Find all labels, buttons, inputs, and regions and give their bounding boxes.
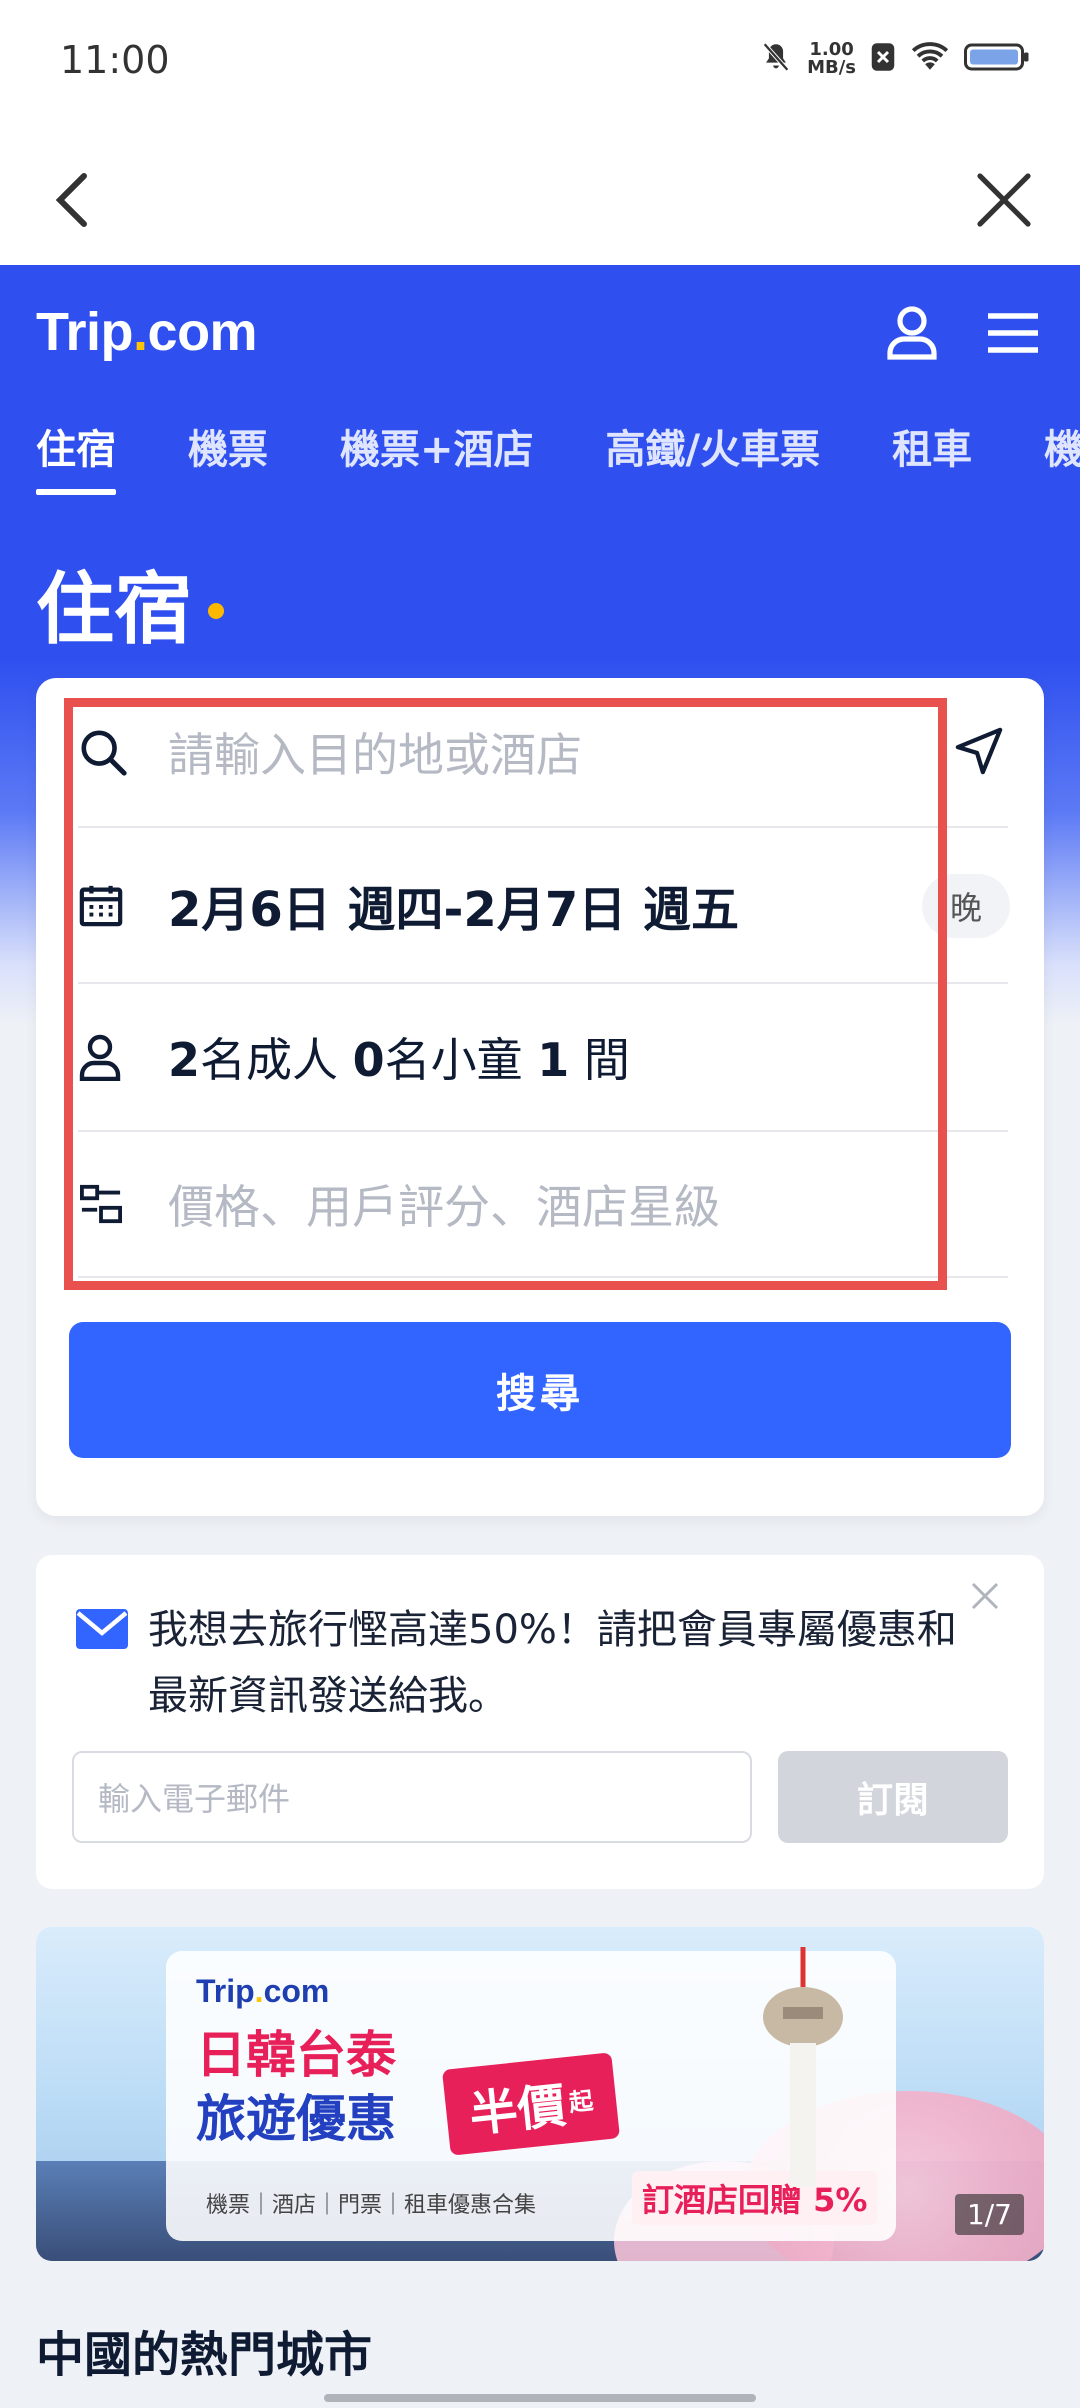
search-button[interactable]: 搜尋 xyxy=(69,1322,1011,1458)
half-price-badge: 半價起 xyxy=(441,2052,621,2156)
tab-car-rental[interactable]: 租車 xyxy=(892,417,972,495)
banner-logo-dot: . xyxy=(254,1973,264,2009)
promo-banner[interactable]: Trip.com 日韓台泰 旅遊優惠 半價起 機票｜酒店｜門票｜租車優惠合集 訂… xyxy=(36,1927,1044,2261)
network-speed-unit: MB/s xyxy=(807,57,856,78)
tab-flights[interactable]: 機票 xyxy=(188,417,268,495)
highlight-box xyxy=(64,698,947,1290)
trip-logo[interactable]: Trip.com xyxy=(36,301,258,363)
status-bar: 11:00 1.00 MB/s xyxy=(0,0,1080,130)
user-account-icon[interactable] xyxy=(886,305,938,365)
home-indicator[interactable] xyxy=(324,2394,756,2402)
battery-icon xyxy=(964,41,1030,77)
tab-next-partial[interactable]: 機 xyxy=(1044,417,1080,495)
logo-text-main: Trip xyxy=(36,302,134,362)
banner-page-counter: 1/7 xyxy=(954,2194,1024,2235)
current-location-icon[interactable] xyxy=(954,726,1004,780)
promo-categories: 機票｜酒店｜門票｜租車優惠合集 xyxy=(206,2193,537,2218)
promo-title-line1: 日韓台泰 xyxy=(196,2026,396,2084)
back-arrow-icon[interactable] xyxy=(50,170,94,234)
banner-logo-main: Trip xyxy=(196,1973,255,2009)
status-time: 11:00 xyxy=(60,38,170,82)
badge-text: 半價 xyxy=(466,2077,569,2144)
product-tabs: 住宿 機票 機票+酒店 高鐵/火車票 租車 機 xyxy=(36,417,1080,495)
tab-trains[interactable]: 高鐵/火車票 xyxy=(606,417,821,495)
tower-illustration xyxy=(748,1947,858,2191)
page-title: 住宿 xyxy=(36,565,193,655)
subscribe-button[interactable]: 訂閱 xyxy=(778,1751,1008,1843)
logo-dot: . xyxy=(133,302,148,362)
status-icons: 1.00 MB/s xyxy=(759,40,1030,78)
wifi-icon xyxy=(910,41,950,77)
tab-hotels[interactable]: 住宿 xyxy=(36,417,116,495)
dismiss-icon[interactable] xyxy=(970,1581,1000,1615)
promo-title: 日韓台泰 旅遊優惠 xyxy=(196,2023,396,2151)
banner-logo-tail: com xyxy=(263,1973,330,2009)
tab-flight-hotel[interactable]: 機票+酒店 xyxy=(340,417,534,495)
banner-logo: Trip.com xyxy=(196,1973,329,2010)
header-actions xyxy=(886,305,1040,365)
section-title-popular-cities: 中國的熱門城市 xyxy=(36,2327,373,2383)
title-accent-dot xyxy=(208,603,224,619)
email-field[interactable]: 輸入電子郵件 xyxy=(72,1751,752,1843)
badge-suffix: 起 xyxy=(567,2086,595,2117)
close-icon[interactable] xyxy=(974,170,1034,234)
no-sim-icon xyxy=(870,42,896,76)
logo-text-tail: com xyxy=(147,302,258,362)
newsletter-card: 我想去旅行慳高達50%！請把會員專屬優惠和最新資訊發送給我。 輸入電子郵件 訂閱 xyxy=(36,1555,1044,1889)
network-speed: 1.00 MB/s xyxy=(807,41,856,77)
newsletter-message: 我想去旅行慳高達50%！請把會員專屬優惠和最新資訊發送給我。 xyxy=(148,1607,957,1719)
webview-toolbar xyxy=(0,130,1080,265)
promo-title-line2: 旅遊優惠 xyxy=(196,2090,396,2148)
mute-bell-icon xyxy=(759,40,793,78)
mail-icon xyxy=(76,1609,128,1653)
menu-hamburger-icon[interactable] xyxy=(986,312,1040,358)
